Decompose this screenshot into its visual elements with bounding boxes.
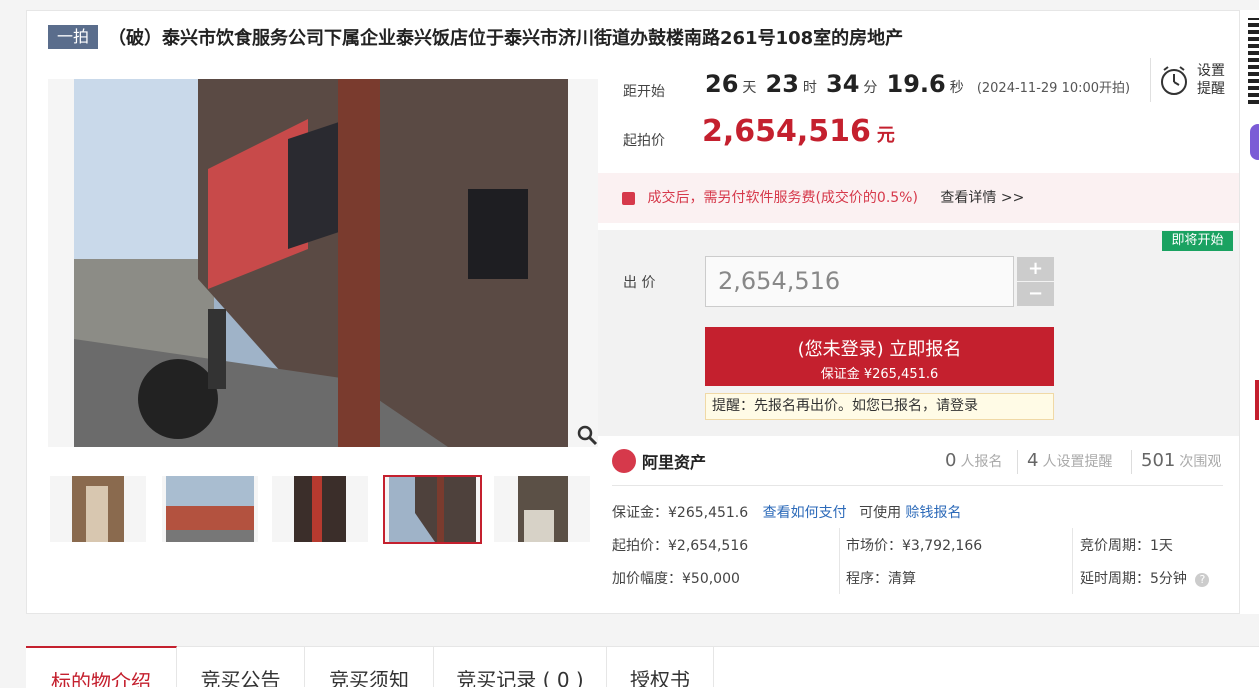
minutes-unit: 分 [863, 80, 878, 96]
notice-text: 成交后，需另付软件服务费(成交价的0.5%) [647, 190, 918, 206]
deposit-row: 保证金：¥265,451.6 查看如何支付 可使用 赊钱报名 [612, 502, 962, 522]
can-use-text: 可使用 [859, 505, 902, 521]
detail-procedure: 程序：清算 [846, 571, 916, 587]
notice-detail-link[interactable]: 查看详情 >> [940, 190, 1024, 206]
tab-bid-records[interactable]: 竞买记录 ( 0 ) [434, 646, 607, 687]
signup-deposit-label: 保证金 ¥265,451.6 [820, 367, 939, 382]
seconds-unit: 秒 [949, 80, 964, 96]
reminders-label: 人设置提醒 [1042, 454, 1113, 470]
help-icon[interactable]: ? [1195, 573, 1210, 587]
hours-unit: 时 [802, 80, 817, 96]
platform-logo: 阿里资产 [612, 449, 706, 473]
start-price: 2,654,516 元 [702, 114, 895, 149]
increase-bid-button[interactable]: + [1017, 257, 1054, 281]
avatar [1250, 124, 1259, 160]
thumbnail-4-selected[interactable] [383, 475, 482, 544]
ali-assets-logo-icon [612, 449, 636, 473]
service-fee-notice: 成交后，需另付软件服务费(成交价的0.5%) 查看详情 >> [598, 173, 1239, 223]
stat-views: 501 次围观 [1141, 450, 1221, 474]
detail-delay: 延时周期：5分钟 ? [1080, 568, 1210, 588]
alarm-clock-icon [1161, 66, 1187, 95]
divider [1072, 528, 1073, 594]
start-price-value: 2,654,516 [702, 114, 871, 149]
countdown-seconds: 19.6 [886, 70, 946, 98]
platform-name: 阿里资产 [642, 453, 707, 472]
stat-reminders: 4 人设置提醒 [1027, 450, 1112, 474]
countdown-label: 距开始 [623, 84, 665, 100]
start-time-note: (2024-11-29 10:00开拍) [976, 81, 1131, 96]
divider [1131, 450, 1132, 474]
detail-market-price: 市场价：¥3,792,166 [846, 538, 983, 554]
days-unit: 天 [742, 80, 757, 96]
status-badge: 即将开始 [1162, 231, 1233, 251]
deposit-value: 保证金：¥265,451.6 [612, 505, 749, 521]
reminders-count: 4 [1027, 450, 1039, 471]
how-to-pay-link[interactable]: 查看如何支付 [763, 505, 847, 521]
login-link[interactable]: 登录 [950, 398, 978, 414]
views-count: 501 [1141, 450, 1176, 471]
views-label: 次围观 [1179, 454, 1222, 470]
notice-icon [622, 191, 635, 205]
tab-authorization[interactable]: 授权书 [607, 646, 714, 687]
thumbnail-5[interactable] [494, 476, 590, 542]
delay-value: 延时周期：5分钟 [1080, 571, 1187, 587]
reminder-label: 设置提醒 [1197, 63, 1225, 97]
thumbnail-1[interactable] [50, 476, 146, 542]
countdown-days: 26 [705, 70, 739, 98]
main-photo[interactable] [48, 79, 598, 447]
tab-item-intro[interactable]: 标的物介绍 [26, 646, 177, 687]
divider [612, 485, 1223, 486]
sidebar-button-edge[interactable] [1255, 380, 1259, 420]
divider [839, 528, 840, 594]
detail-increment: 加价幅度：¥50,000 [612, 571, 740, 587]
auction-type-badge: 一拍 [48, 25, 98, 49]
tab-announcement[interactable]: 竞买公告 [177, 646, 305, 687]
signup-button[interactable]: (您未登录) 立即报名 保证金 ¥265,451.6 [705, 327, 1054, 386]
countdown-minutes: 34 [826, 70, 860, 98]
tip-text: 提醒：先报名再出价。如您已报名，请 [712, 398, 950, 414]
signups-label: 人报名 [960, 454, 1003, 470]
bid-amount-input[interactable]: 2,654,516 [705, 256, 1014, 307]
countdown-hours: 23 [765, 70, 799, 98]
signup-main-label: (您未登录) 立即报名 [797, 339, 962, 360]
signup-tip: 提醒：先报名再出价。如您已报名，请登录 [705, 393, 1054, 420]
stat-signups: 0 人报名 [945, 450, 1002, 474]
zoom-icon[interactable] [576, 424, 598, 450]
start-price-unit: 元 [876, 125, 895, 146]
page-title: （破）泰兴市饮食服务公司下属企业泰兴饭店位于泰兴市济川街道办鼓楼南路261号10… [108, 28, 904, 49]
loan-signup-link[interactable]: 赊钱报名 [906, 505, 962, 521]
right-sidebar [1239, 10, 1259, 614]
detail-start-price: 起拍价：¥2,654,516 [612, 538, 749, 554]
thumbnail-2[interactable] [162, 476, 258, 542]
start-price-label: 起拍价 [623, 133, 665, 149]
signups-count: 0 [945, 450, 957, 471]
detail-cycle: 竞价周期：1天 [1080, 538, 1173, 554]
set-reminder-button[interactable]: 设置提醒 [1150, 58, 1229, 102]
decrease-bid-button[interactable]: − [1017, 282, 1054, 306]
qr-code-icon[interactable] [1248, 18, 1259, 104]
divider [1017, 450, 1018, 474]
thumbnail-3[interactable] [272, 476, 368, 542]
tab-notes[interactable]: 竞买须知 [305, 646, 434, 687]
street-photo-image [74, 79, 568, 447]
countdown: 26 天 23 时 34 分 19.6 秒 (2024-11-29 10:00开拍) [705, 70, 1130, 98]
bid-label: 出 价 [623, 275, 656, 291]
